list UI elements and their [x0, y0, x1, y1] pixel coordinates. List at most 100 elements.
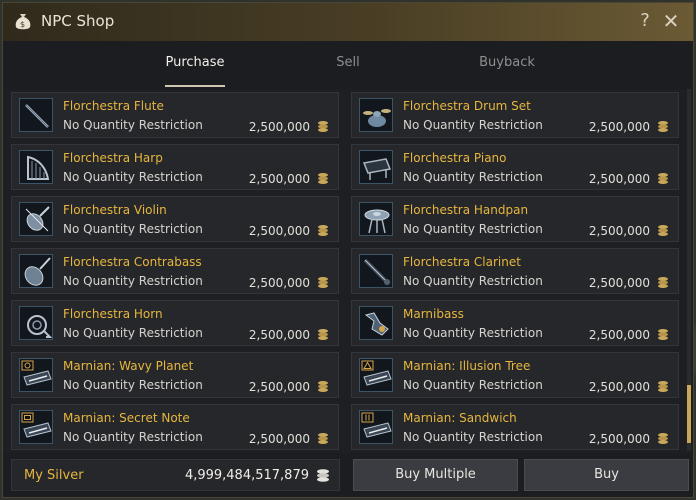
item-price: 2,500,000	[588, 276, 650, 290]
item-name: Florchestra Violin	[63, 203, 167, 217]
list-item[interactable]: Marnibass No Quantity Restriction 2,500,…	[351, 300, 679, 346]
silver-coin-icon	[318, 433, 328, 444]
item-name: Florchestra Drum Set	[403, 99, 531, 113]
silver-coin-icon	[318, 225, 328, 236]
marnian-keyboard-icon	[359, 358, 393, 392]
help-icon[interactable]: ?	[635, 10, 655, 32]
item-price: 2,500,000	[248, 328, 310, 342]
tab-sell[interactable]: Sell	[328, 55, 368, 70]
tab-purchase[interactable]: Purchase	[165, 55, 225, 70]
list-item[interactable]: Marnian: Secret Note No Quantity Restric…	[11, 404, 339, 450]
item-restriction: No Quantity Restriction	[403, 118, 543, 132]
item-name: Florchestra Harp	[63, 151, 163, 165]
footer: My Silver 4,999,484,517,879 Buy Multiple…	[3, 453, 693, 497]
silver-coin-icon	[318, 381, 328, 392]
buy-button[interactable]: Buy	[524, 459, 689, 491]
item-price: 2,500,000	[588, 328, 650, 342]
flute-icon	[19, 98, 53, 132]
silver-coin-icon	[658, 173, 668, 184]
item-restriction: No Quantity Restriction	[63, 326, 203, 340]
list-item[interactable]: Florchestra Drum Set No Quantity Restric…	[351, 92, 679, 138]
list-item[interactable]: Florchestra Piano No Quantity Restrictio…	[351, 144, 679, 190]
active-tab-indicator	[165, 85, 225, 87]
silver-coin-icon	[658, 121, 668, 132]
drum-set-icon	[359, 98, 393, 132]
item-name: Florchestra Contrabass	[63, 255, 202, 269]
list-item[interactable]: Florchestra Horn No Quantity Restriction…	[11, 300, 339, 346]
item-name: Florchestra Horn	[63, 307, 163, 321]
silver-coin-icon	[658, 381, 668, 392]
silver-coin-icon	[318, 121, 328, 132]
piano-icon	[359, 150, 393, 184]
item-price: 2,500,000	[248, 380, 310, 394]
item-price: 2,500,000	[588, 224, 650, 238]
item-name: Marnibass	[403, 307, 464, 321]
title-bar[interactable]: $ NPC Shop ? ✕	[3, 3, 693, 42]
silver-coin-icon	[658, 277, 668, 288]
marnibass-icon	[359, 306, 393, 340]
item-name: Florchestra Flute	[63, 99, 164, 113]
silver-value: 4,999,484,517,879	[184, 468, 309, 483]
item-name: Florchestra Handpan	[403, 203, 529, 217]
list-item[interactable]: Marnian: Sandwich No Quantity Restrictio…	[351, 404, 679, 450]
item-restriction: No Quantity Restriction	[63, 430, 203, 444]
violin-icon	[19, 202, 53, 236]
list-item[interactable]: Florchestra Clarinet No Quantity Restric…	[351, 248, 679, 294]
silver-coin-icon	[318, 329, 328, 340]
list-item[interactable]: Florchestra Violin No Quantity Restricti…	[11, 196, 339, 242]
item-restriction: No Quantity Restriction	[63, 118, 203, 132]
item-price: 2,500,000	[588, 380, 650, 394]
list-item[interactable]: Florchestra Handpan No Quantity Restrict…	[351, 196, 679, 242]
item-restriction: No Quantity Restriction	[63, 170, 203, 184]
item-name: Marnian: Secret Note	[63, 411, 190, 425]
silver-coin-icon	[658, 329, 668, 340]
item-restriction: No Quantity Restriction	[403, 378, 543, 392]
item-restriction: No Quantity Restriction	[63, 222, 203, 236]
scrollbar[interactable]	[687, 89, 691, 451]
marnian-keyboard-icon	[19, 410, 53, 444]
item-price: 2,500,000	[248, 172, 310, 186]
scrollbar-thumb[interactable]	[687, 385, 691, 443]
item-price: 2,500,000	[248, 432, 310, 446]
list-item[interactable]: Florchestra Flute No Quantity Restrictio…	[11, 92, 339, 138]
clarinet-icon	[359, 254, 393, 288]
silver-label: My Silver	[24, 468, 84, 483]
item-restriction: No Quantity Restriction	[403, 222, 543, 236]
list-item[interactable]: Florchestra Contrabass No Quantity Restr…	[11, 248, 339, 294]
marnian-keyboard-icon	[359, 410, 393, 444]
silver-coin-icon	[318, 173, 328, 184]
item-price: 2,500,000	[588, 432, 650, 446]
item-name: Marnian: Sandwich	[403, 411, 517, 425]
svg-text:$: $	[20, 20, 25, 29]
silver-coin-icon	[318, 277, 328, 288]
list-item[interactable]: Marnian: Illusion Tree No Quantity Restr…	[351, 352, 679, 398]
item-name: Florchestra Piano	[403, 151, 507, 165]
item-price: 2,500,000	[248, 276, 310, 290]
list-item[interactable]: Marnian: Wavy Planet No Quantity Restric…	[11, 352, 339, 398]
silver-balance: My Silver 4,999,484,517,879	[11, 459, 340, 491]
item-price: 2,500,000	[588, 172, 650, 186]
silver-coin-icon	[658, 433, 668, 444]
item-price: 2,500,000	[248, 120, 310, 134]
item-restriction: No Quantity Restriction	[63, 378, 203, 392]
close-icon[interactable]: ✕	[661, 10, 681, 32]
money-bag-icon: $	[15, 14, 31, 30]
item-restriction: No Quantity Restriction	[403, 430, 543, 444]
silver-coin-icon	[317, 469, 329, 482]
item-restriction: No Quantity Restriction	[403, 326, 543, 340]
item-name: Marnian: Illusion Tree	[403, 359, 531, 373]
buy-multiple-button[interactable]: Buy Multiple	[353, 459, 518, 491]
harp-icon	[19, 150, 53, 184]
item-name: Florchestra Clarinet	[403, 255, 521, 269]
handpan-icon	[359, 202, 393, 236]
tab-buyback[interactable]: Buyback	[473, 55, 541, 70]
item-name: Marnian: Wavy Planet	[63, 359, 194, 373]
item-restriction: No Quantity Restriction	[403, 170, 543, 184]
horn-icon	[19, 306, 53, 340]
tab-bar: Purchase Sell Buyback	[3, 41, 693, 89]
contrabass-icon	[19, 254, 53, 288]
npc-shop-window: $ NPC Shop ? ✕ Purchase Sell Buyback Flo…	[2, 2, 694, 498]
item-list: Florchestra Flute No Quantity Restrictio…	[11, 89, 683, 451]
list-item[interactable]: Florchestra Harp No Quantity Restriction…	[11, 144, 339, 190]
window-title: NPC Shop	[41, 12, 115, 30]
